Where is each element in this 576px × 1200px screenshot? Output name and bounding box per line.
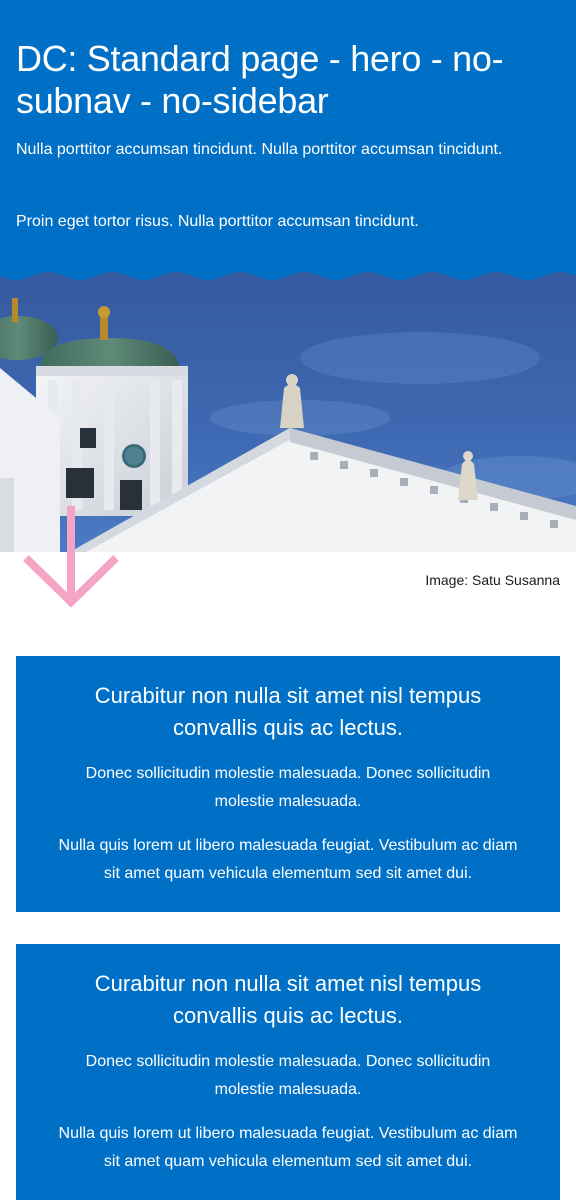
card-paragraph: Donec sollicitudin molestie malesuada. D… (85, 765, 491, 810)
hero-paragraph: Proin eget tortor risus. Nulla porttitor… (16, 213, 419, 230)
hero-section: DC: Standard page - hero - no-subnav - n… (0, 0, 576, 282)
wave-divider (0, 258, 576, 280)
card-title: Curabitur non nulla sit amet nisl tempus… (94, 971, 482, 1028)
page-title: DC: Standard page - hero - no-subnav - n… (16, 38, 504, 121)
content-card: Curabitur non nulla sit amet nisl tempus… (16, 656, 560, 912)
hero-lead-paragraph: Nulla porttitor accumsan tincidunt. Null… (16, 141, 503, 158)
content-card: Curabitur non nulla sit amet nisl tempus… (16, 944, 560, 1200)
card-paragraph: Donec sollicitudin molestie malesuada. D… (85, 1053, 491, 1098)
image-caption: Image: Satu Susanna (425, 572, 560, 588)
card-paragraph: Nulla quis lorem ut libero malesuada feu… (58, 1125, 518, 1170)
card-paragraph: Nulla quis lorem ut libero malesuada feu… (58, 837, 518, 882)
arrow-down-icon (23, 506, 119, 608)
card-title: Curabitur non nulla sit amet nisl tempus… (94, 683, 482, 740)
